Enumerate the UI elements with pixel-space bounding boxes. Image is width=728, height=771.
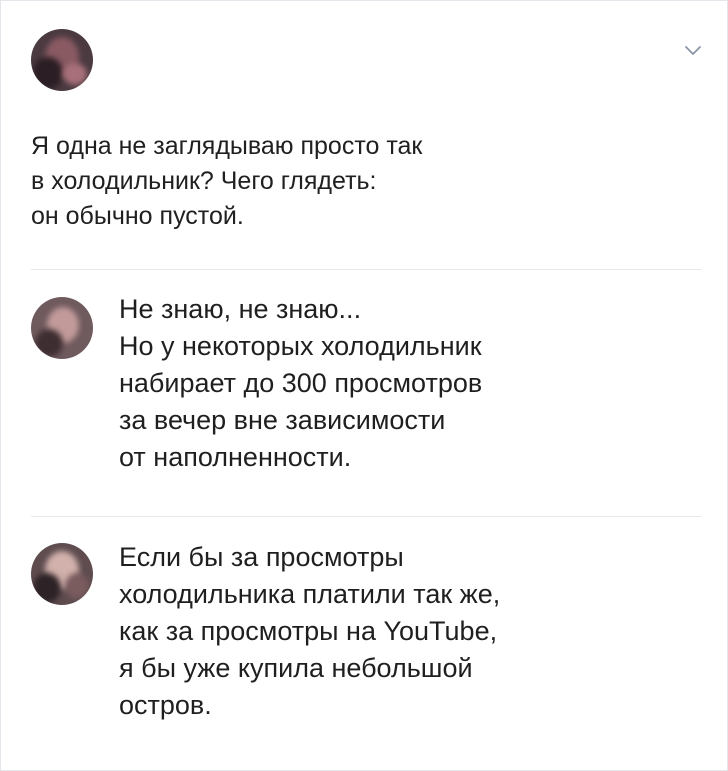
post-card: Я одна не заглядываю просто так в холоди… — [0, 0, 728, 771]
comment-text: Не знаю, не знаю... Но у некоторых холод… — [119, 294, 483, 472]
avatar-hair — [33, 57, 63, 89]
author-name[interactable] — [109, 43, 209, 53]
avatar-hair — [35, 329, 63, 357]
comment-avatar[interactable] — [31, 297, 93, 359]
post-header — [31, 29, 701, 93]
post-timestamp[interactable] — [109, 64, 219, 74]
avatar-shade — [65, 573, 89, 599]
author-avatar[interactable] — [31, 29, 93, 91]
divider — [31, 269, 701, 270]
avatar-shade — [63, 63, 87, 85]
chevron-down-icon[interactable] — [683, 41, 703, 61]
divider — [31, 516, 701, 517]
post-text: Я одна не заглядываю просто так в холоди… — [31, 132, 423, 230]
comment-text: Если бы за просмотры холодильника платил… — [119, 542, 501, 720]
comment-avatar[interactable] — [31, 543, 93, 605]
avatar-hair — [33, 573, 61, 603]
